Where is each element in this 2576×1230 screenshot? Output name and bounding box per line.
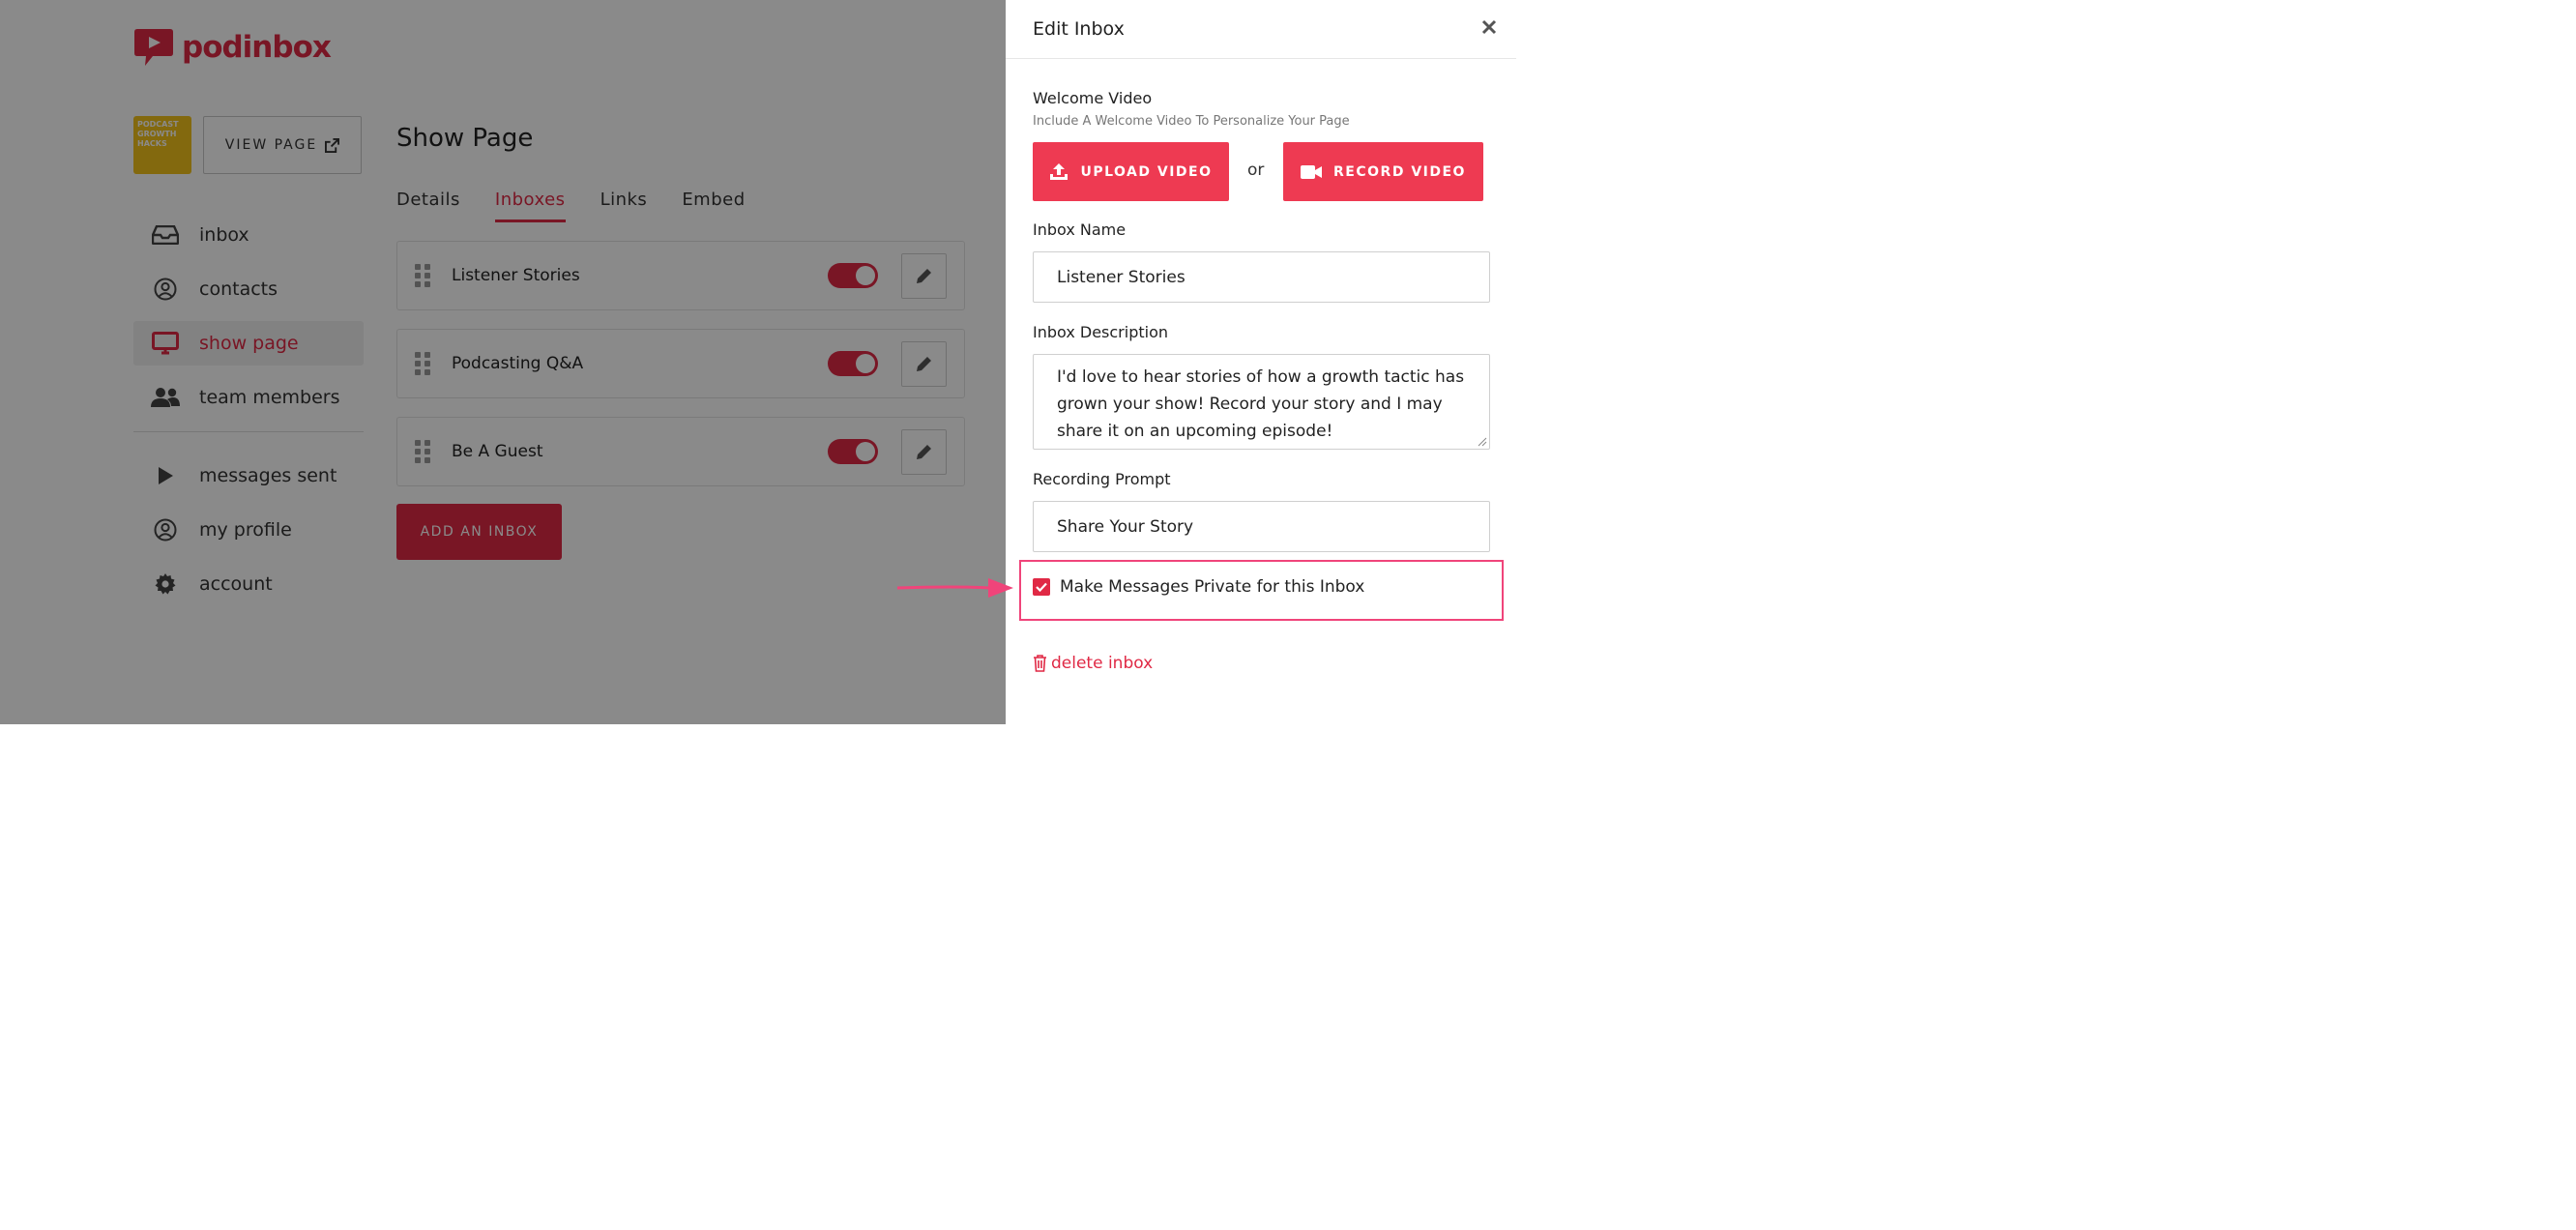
or-separator: or	[1247, 161, 1265, 180]
edit-inbox-panel: Edit Inbox Welcome Video Include A Welco…	[1006, 0, 1516, 724]
upload-video-label: UPLOAD VIDEO	[1080, 163, 1213, 180]
inbox-name-input[interactable]: Listener Stories	[1033, 251, 1490, 303]
trash-icon	[1034, 655, 1046, 672]
private-checkbox[interactable]	[1033, 578, 1050, 596]
recording-prompt-input[interactable]: Share Your Story	[1033, 501, 1490, 552]
inbox-description-value: I'd love to hear stories of how a growth…	[1057, 367, 1465, 441]
inbox-description-textarea[interactable]: I'd love to hear stories of how a growth…	[1033, 354, 1490, 450]
panel-header: Edit Inbox	[1006, 0, 1516, 59]
welcome-video-subtitle: Include A Welcome Video To Personalize Y…	[1033, 114, 1350, 129]
delete-inbox-link[interactable]: delete inbox	[1033, 654, 1153, 673]
resize-grip-icon[interactable]	[1478, 437, 1487, 447]
video-camera-icon	[1301, 164, 1323, 179]
welcome-video-label: Welcome Video	[1033, 89, 1153, 107]
checkmark-icon	[1036, 582, 1047, 592]
panel-title: Edit Inbox	[1033, 18, 1125, 40]
upload-icon	[1050, 162, 1068, 180]
annotation-arrow-icon	[896, 578, 1013, 598]
delete-inbox-label: delete inbox	[1051, 654, 1154, 673]
record-video-button[interactable]: RECORD VIDEO	[1283, 142, 1483, 201]
recording-prompt-label: Recording Prompt	[1033, 470, 1171, 488]
upload-video-button[interactable]: UPLOAD VIDEO	[1033, 142, 1229, 201]
inbox-name-label: Inbox Name	[1033, 220, 1127, 239]
private-checkbox-label[interactable]: Make Messages Private for this Inbox	[1060, 577, 1364, 597]
inbox-description-label: Inbox Description	[1033, 323, 1168, 341]
record-video-label: RECORD VIDEO	[1333, 163, 1466, 180]
close-icon[interactable]	[1481, 19, 1497, 35]
